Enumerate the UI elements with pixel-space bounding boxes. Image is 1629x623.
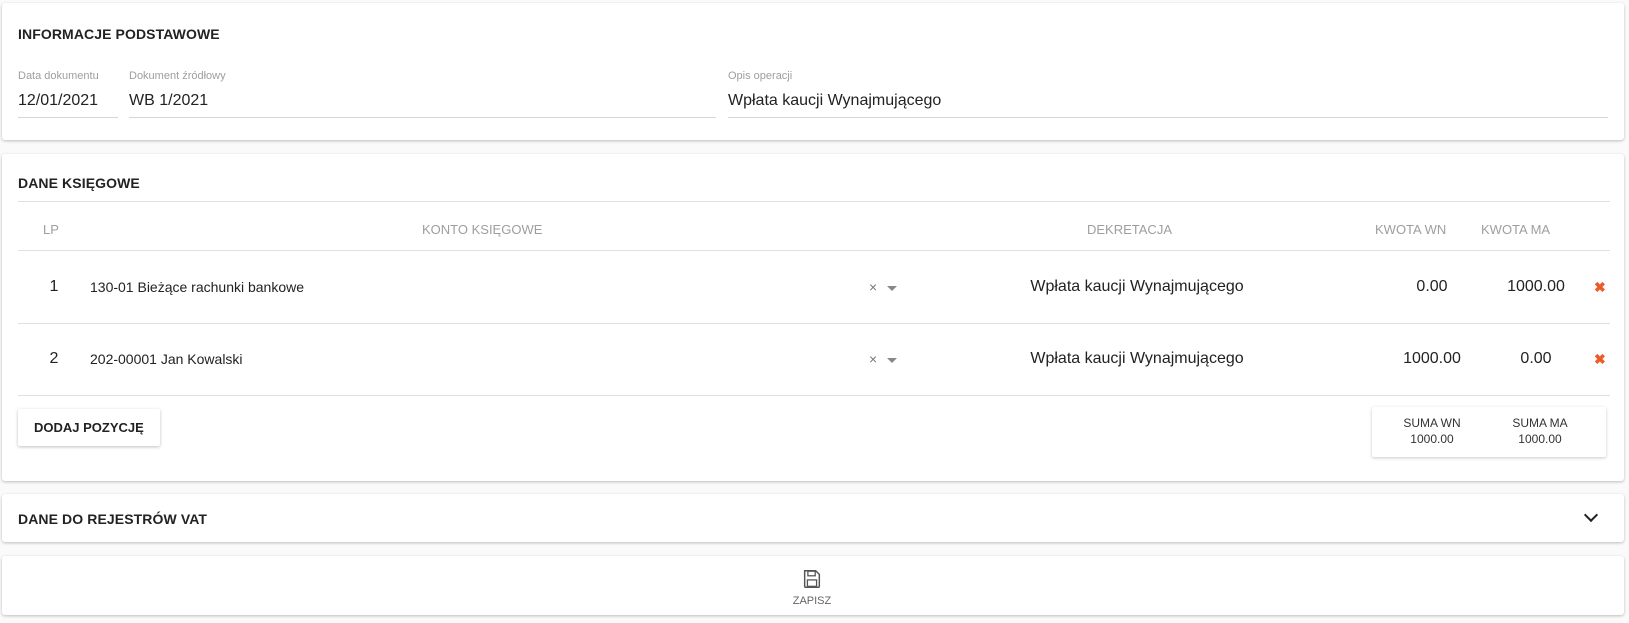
- amount-wn-input[interactable]: 1000.00: [1382, 323, 1482, 395]
- column-header-kwota-ma: KWOTA MA: [1481, 222, 1551, 237]
- source-document-input[interactable]: WB 1/2021: [129, 91, 716, 118]
- column-header-kwota-wn: KWOTA WN: [1375, 222, 1447, 237]
- column-header-dekretacja: DEKRETACJA: [1087, 222, 1172, 237]
- table-row: 1 130-01 Bieżące rachunki bankowe × Wpła…: [2, 251, 1624, 323]
- row-lp: 2: [49, 350, 59, 367]
- amount-ma-input[interactable]: 1000.00: [1486, 251, 1586, 323]
- source-document-label: Dokument źródłowy: [129, 70, 226, 82]
- save-label: ZAPISZ: [792, 594, 832, 607]
- sum-box: SUMA WN 1000.00 SUMA MA 1000.00: [1372, 407, 1606, 457]
- sum-wn-label: SUMA WN: [1403, 416, 1461, 430]
- divider: [18, 201, 1610, 202]
- source-document-field[interactable]: Dokument źródłowy WB 1/2021: [129, 70, 716, 118]
- divider: [18, 395, 1610, 396]
- accounting-card: DANE KSIĘGOWE LP KONTO KSIĘGOWE DEKRETAC…: [2, 154, 1624, 481]
- table-row: 2 202-00001 Jan Kowalski × Wpłata kaucji…: [2, 323, 1624, 395]
- basic-info-title: INFORMACJE PODSTAWOWE: [18, 26, 220, 42]
- operation-description-input[interactable]: Wpłata kaucji Wynajmującego: [728, 91, 1608, 118]
- clear-icon[interactable]: ×: [869, 323, 877, 395]
- dekretacja-input[interactable]: Wpłata kaucji Wynajmującego: [942, 251, 1332, 323]
- document-date-label: Data dokumentu: [18, 70, 99, 82]
- save-button[interactable]: ZAPISZ: [772, 564, 852, 610]
- add-position-button[interactable]: DODAJ POZYCJĘ: [18, 409, 160, 446]
- chevron-down-icon[interactable]: [1583, 507, 1599, 523]
- basic-info-card: INFORMACJE PODSTAWOWE Data dokumentu 12/…: [2, 3, 1624, 140]
- vat-registers-panel[interactable]: DANE DO REJESTRÓW VAT: [2, 494, 1624, 542]
- floppy-disk-icon: [803, 569, 821, 588]
- clear-icon[interactable]: ×: [869, 251, 877, 323]
- dekretacja-input[interactable]: Wpłata kaucji Wynajmującego: [942, 323, 1332, 395]
- operation-description-field[interactable]: Opis operacji Wpłata kaucji Wynajmująceg…: [728, 70, 1608, 118]
- delete-row-icon[interactable]: ✖: [1594, 251, 1606, 323]
- vat-registers-title: DANE DO REJESTRÓW VAT: [18, 511, 208, 527]
- row-lp: 1: [49, 278, 59, 295]
- document-date-input[interactable]: 12/01/2021: [18, 91, 118, 118]
- account-select[interactable]: 202-00001 Jan Kowalski: [90, 323, 243, 395]
- account-select[interactable]: 130-01 Bieżące rachunki bankowe: [90, 251, 304, 323]
- document-date-field[interactable]: Data dokumentu 12/01/2021: [18, 70, 118, 118]
- amount-ma-input[interactable]: 0.00: [1486, 323, 1586, 395]
- save-card: ZAPISZ: [2, 556, 1624, 615]
- column-header-konto: KONTO KSIĘGOWE: [422, 222, 543, 237]
- column-header-lp: LP: [43, 222, 59, 237]
- delete-row-icon[interactable]: ✖: [1594, 323, 1606, 395]
- accounting-title: DANE KSIĘGOWE: [18, 175, 140, 191]
- sum-ma-value: 1000.00: [1518, 432, 1562, 446]
- sum-wn-value: 1000.00: [1410, 432, 1454, 446]
- sum-ma-label: SUMA MA: [1512, 416, 1568, 430]
- sum-ma: SUMA MA 1000.00: [1490, 415, 1590, 447]
- operation-description-label: Opis operacji: [728, 70, 793, 82]
- amount-wn-input[interactable]: 0.00: [1382, 251, 1482, 323]
- sum-wn: SUMA WN 1000.00: [1382, 415, 1482, 447]
